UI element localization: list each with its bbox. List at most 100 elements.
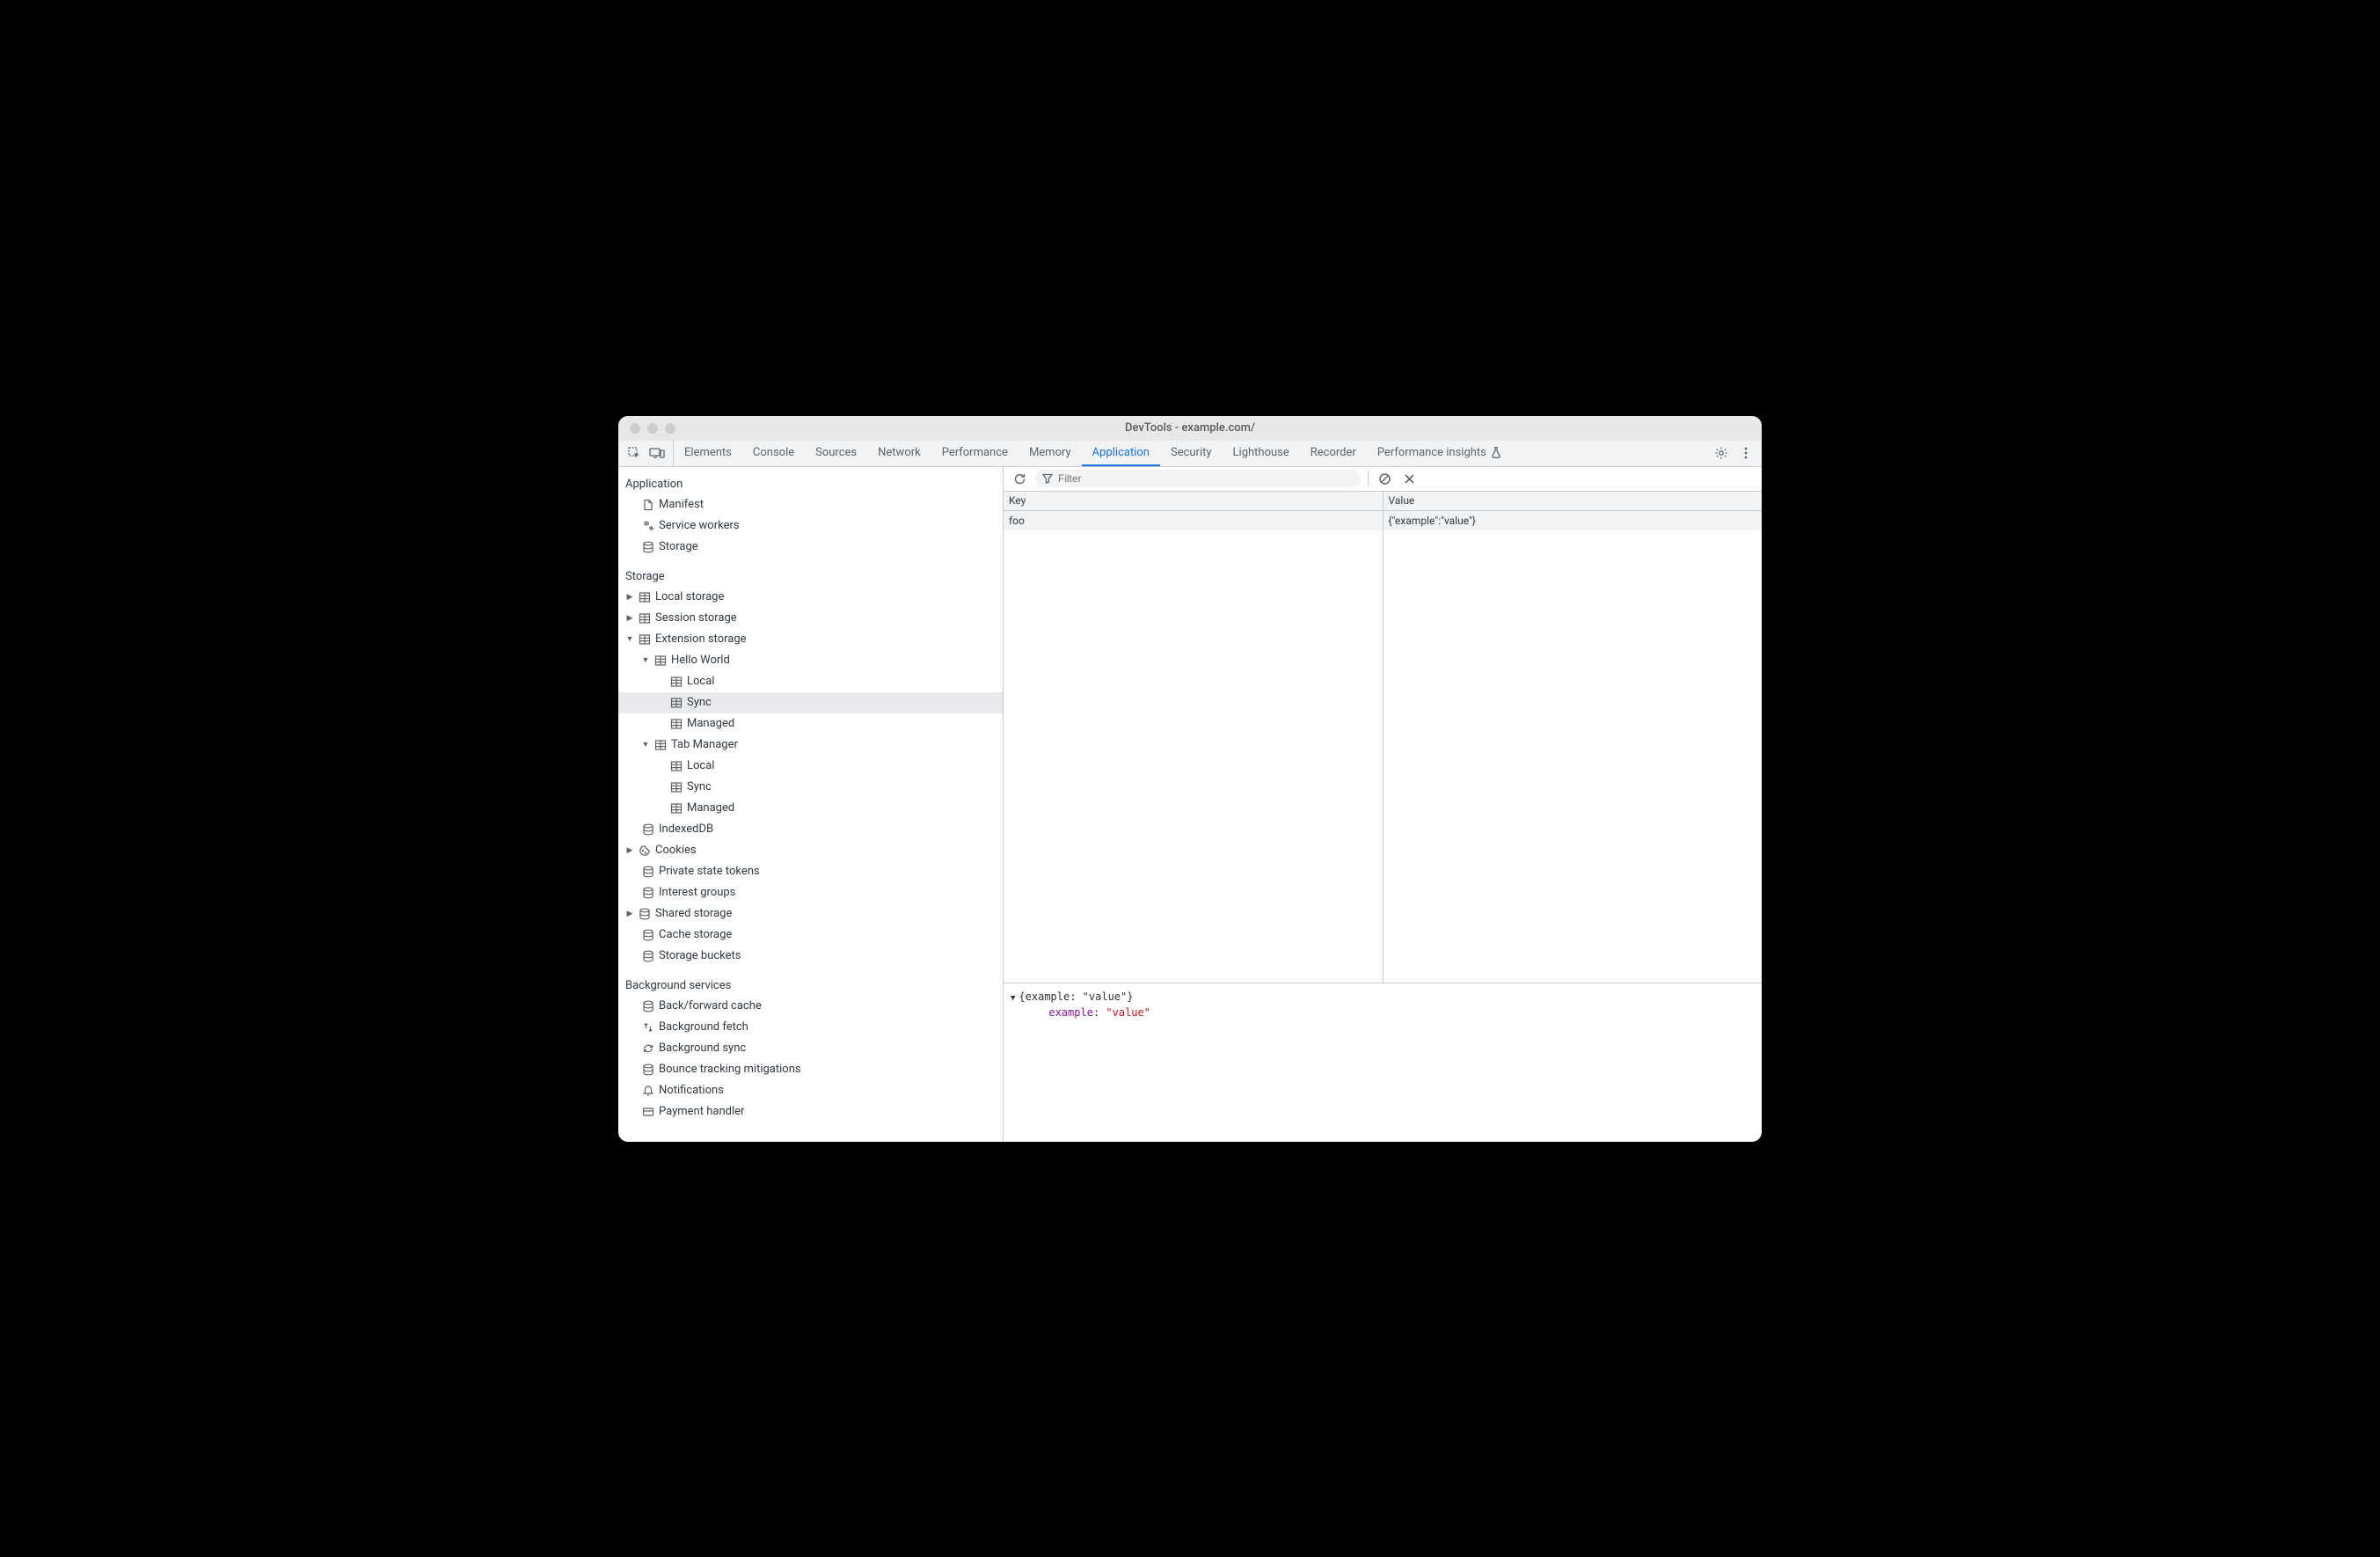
sync-icon xyxy=(641,1042,655,1056)
sidebar-item-notifications[interactable]: Notifications xyxy=(618,1080,1003,1101)
tm-local-label: Local xyxy=(687,759,714,772)
database-icon xyxy=(641,865,655,879)
table-key-0[interactable]: foo xyxy=(1004,511,1383,530)
background-sync-label: Background sync xyxy=(659,1042,746,1055)
hw-sync-label: Sync xyxy=(687,696,712,709)
caret-right-icon: ▶ xyxy=(625,910,634,918)
database-icon xyxy=(641,999,655,1013)
filter-field[interactable] xyxy=(1035,470,1361,487)
sidebar-item-private-state-tokens[interactable]: Private state tokens xyxy=(618,861,1003,882)
sidebar: Application Manifest Service workers Sto… xyxy=(618,467,1004,1142)
minimize-window-button[interactable] xyxy=(647,423,658,434)
key-column: Key foo xyxy=(1004,492,1383,983)
database-icon xyxy=(641,928,655,942)
flask-icon xyxy=(1490,446,1502,458)
database-icon xyxy=(641,1063,655,1077)
tab-elements[interactable]: Elements xyxy=(674,441,742,466)
key-column-header[interactable]: Key xyxy=(1004,492,1383,511)
sidebar-item-interest-groups[interactable]: Interest groups xyxy=(618,882,1003,903)
inspect-element-icon[interactable] xyxy=(625,444,643,462)
traffic-lights xyxy=(618,423,675,434)
tab-recorder[interactable]: Recorder xyxy=(1300,441,1367,466)
sidebar-item-hello-world[interactable]: ▼ Hello World xyxy=(618,650,1003,671)
main-area: Application Manifest Service workers Sto… xyxy=(618,467,1762,1142)
sidebar-item-hw-local[interactable]: Local xyxy=(618,671,1003,692)
sidebar-item-service-workers[interactable]: Service workers xyxy=(618,515,1003,537)
refresh-icon[interactable] xyxy=(1011,470,1028,487)
filter-input[interactable] xyxy=(1058,472,1354,485)
caret-down-icon: ▼ xyxy=(641,656,650,665)
tab-network[interactable]: Network xyxy=(867,441,931,466)
sidebar-item-storage-buckets[interactable]: Storage buckets xyxy=(618,946,1003,967)
close-window-button[interactable] xyxy=(630,423,640,434)
tab-security[interactable]: Security xyxy=(1160,441,1223,466)
more-icon[interactable] xyxy=(1737,444,1755,462)
caret-right-icon: ▶ xyxy=(625,593,634,602)
value-column-body: {"example":"value"} xyxy=(1383,511,1763,983)
device-toggle-icon[interactable] xyxy=(648,444,666,462)
tabs: ElementsConsoleSourcesNetworkPerformance… xyxy=(674,441,1367,466)
tab-memory[interactable]: Memory xyxy=(1018,441,1082,466)
sidebar-item-cache-storage[interactable]: Cache storage xyxy=(618,925,1003,946)
titlebar: DevTools - example.com/ xyxy=(618,416,1762,441)
clear-icon[interactable] xyxy=(1376,470,1393,487)
tab-sources[interactable]: Sources xyxy=(805,441,867,466)
tab-application[interactable]: Application xyxy=(1082,441,1160,466)
detail-summary-line[interactable]: ▼{example: "value"} xyxy=(1011,989,1755,1005)
sidebar-item-back-forward-cache[interactable]: Back/forward cache xyxy=(618,996,1003,1017)
tab-performance-insights[interactable]: Performance insights xyxy=(1367,441,1513,466)
hw-local-label: Local xyxy=(687,675,714,688)
tabbar-right xyxy=(1705,441,1762,466)
table-icon xyxy=(653,738,668,752)
sidebar-item-session-storage[interactable]: ▶ Session storage xyxy=(618,608,1003,629)
zoom-window-button[interactable] xyxy=(665,423,675,434)
table-row-empty[interactable] xyxy=(1004,530,1383,550)
tab-performance[interactable]: Performance xyxy=(931,441,1018,466)
database-icon xyxy=(641,540,655,554)
sidebar-item-bounce-tracking[interactable]: Bounce tracking mitigations xyxy=(618,1059,1003,1080)
sidebar-item-tab-manager[interactable]: ▼ Tab Manager xyxy=(618,735,1003,756)
sidebar-item-local-storage[interactable]: ▶ Local storage xyxy=(618,587,1003,608)
sidebar-item-manifest[interactable]: Manifest xyxy=(618,494,1003,515)
caret-down-icon: ▼ xyxy=(1011,994,1015,1003)
storage-table: Key foo Value {"example":"value"} xyxy=(1004,492,1762,983)
tab-lighthouse[interactable]: Lighthouse xyxy=(1223,441,1300,466)
bounce-tracking-label: Bounce tracking mitigations xyxy=(659,1063,801,1076)
sidebar-item-indexeddb[interactable]: IndexedDB xyxy=(618,819,1003,840)
hw-managed-label: Managed xyxy=(687,717,734,730)
divider xyxy=(1368,471,1369,486)
hello-world-label: Hello World xyxy=(671,654,730,667)
table-value-0[interactable]: {"example":"value"} xyxy=(1383,511,1763,530)
sidebar-item-tm-sync[interactable]: Sync xyxy=(618,777,1003,798)
sidebar-item-background-fetch[interactable]: Background fetch xyxy=(618,1017,1003,1038)
sidebar-item-hw-managed[interactable]: Managed xyxy=(618,713,1003,735)
extension-storage-label: Extension storage xyxy=(655,632,747,646)
tab-console[interactable]: Console xyxy=(742,441,805,466)
table-icon xyxy=(669,759,683,773)
table-icon xyxy=(638,611,652,625)
settings-icon[interactable] xyxy=(1712,444,1730,462)
detail-prop-line[interactable]: example: "value" xyxy=(1011,1005,1755,1020)
local-storage-label: Local storage xyxy=(655,590,724,603)
sidebar-item-background-sync[interactable]: Background sync xyxy=(618,1038,1003,1059)
sidebar-item-tm-managed[interactable]: Managed xyxy=(618,798,1003,819)
interest-groups-label: Interest groups xyxy=(659,886,735,899)
caret-right-icon: ▶ xyxy=(625,614,634,623)
sidebar-item-tm-local[interactable]: Local xyxy=(618,756,1003,777)
sidebar-item-hw-sync[interactable]: Sync xyxy=(618,692,1003,713)
file-icon xyxy=(641,498,655,512)
value-column-header[interactable]: Value xyxy=(1383,492,1763,511)
cache-storage-label: Cache storage xyxy=(659,928,732,941)
sidebar-item-cookies[interactable]: ▶ Cookies xyxy=(618,840,1003,861)
sidebar-item-extension-storage[interactable]: ▼ Extension storage xyxy=(618,629,1003,650)
sidebar-item-shared-storage[interactable]: ▶ Shared storage xyxy=(618,903,1003,925)
tabbar: ElementsConsoleSourcesNetworkPerformance… xyxy=(618,441,1762,467)
close-icon[interactable] xyxy=(1400,470,1418,487)
table-row-empty[interactable] xyxy=(1383,530,1763,550)
table-icon xyxy=(638,632,652,647)
shared-storage-label: Shared storage xyxy=(655,907,732,920)
sidebar-item-storage[interactable]: Storage xyxy=(618,537,1003,558)
sidebar-item-service-workers-label: Service workers xyxy=(659,519,740,532)
table-icon xyxy=(653,654,668,668)
sidebar-item-payment-handler[interactable]: Payment handler xyxy=(618,1101,1003,1122)
